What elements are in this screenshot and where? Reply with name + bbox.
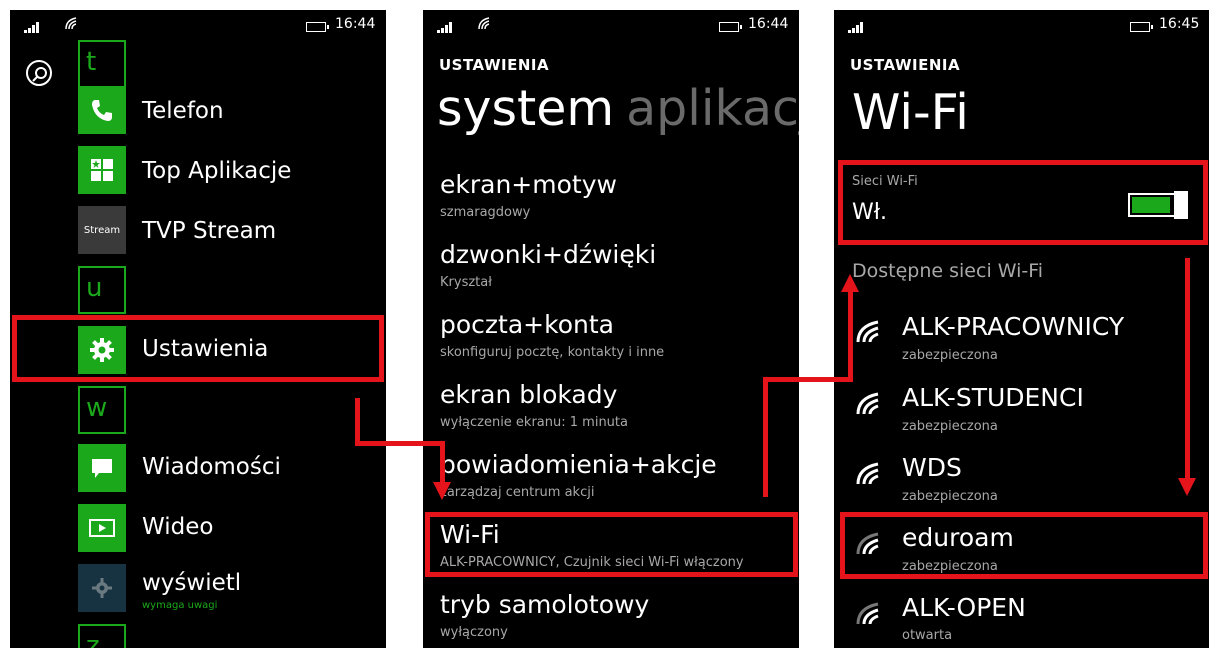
- start-screen: 16:44 t Telefon Top Aplikacje Stream TVP…: [10, 10, 386, 648]
- video-icon[interactable]: [78, 504, 126, 552]
- wifi-signal-icon: [856, 320, 879, 343]
- arrow-head-down: [1178, 478, 1196, 496]
- setting-dzwonki[interactable]: dzwonki+dźwięki: [440, 240, 656, 269]
- wifi-toggle[interactable]: [1128, 191, 1188, 221]
- search-icon[interactable]: [26, 60, 52, 86]
- arrow-connector: [355, 398, 360, 446]
- network-alk-pracownicy-status: zabezpieczona: [902, 348, 998, 363]
- signal-icon: [24, 18, 39, 37]
- pivot-header: system aplikacj: [437, 80, 799, 137]
- pivot-system[interactable]: system: [437, 80, 614, 137]
- letter-t[interactable]: t: [78, 40, 126, 88]
- settings-header: USTAWIENIA: [439, 56, 550, 74]
- letter-u[interactable]: u: [78, 266, 126, 314]
- setting-powiadomienia-sub: zarządzaj centrum akcji: [440, 485, 595, 500]
- setting-poczta[interactable]: poczta+konta: [440, 310, 614, 339]
- network-eduroam[interactable]: eduroam: [902, 523, 1014, 552]
- arrow-connector: [763, 377, 853, 382]
- tvp-stream-icon-text: Stream: [83, 224, 121, 236]
- pivot-aplikacje[interactable]: aplikacj: [626, 80, 799, 137]
- setting-tryb-samolotowy-sub: wyłączony: [440, 625, 508, 640]
- signal-icon: [848, 18, 863, 37]
- app-label-top-aplikacje[interactable]: Top Aplikacje: [142, 158, 291, 184]
- setting-wifi[interactable]: Wi-Fi: [440, 520, 500, 549]
- settings-system-screen: 16:44 USTAWIENIA system aplikacj ekran+mo…: [423, 10, 799, 648]
- setting-powiadomienia[interactable]: powiadomienia+akcje: [440, 450, 717, 479]
- app-label-tvp-stream[interactable]: TVP Stream: [142, 218, 276, 244]
- clock: 16:45: [1159, 16, 1200, 32]
- wifi-signal-icon: [856, 462, 879, 485]
- wifi-status-icon: [65, 17, 77, 30]
- letter-w[interactable]: w: [78, 386, 126, 434]
- wifi-state-label: Wł.: [852, 200, 887, 225]
- store-icon[interactable]: [78, 146, 126, 194]
- arrow-head-down: [433, 482, 451, 500]
- app-label-telefon[interactable]: Telefon: [142, 98, 224, 124]
- wifi-toggle-knob[interactable]: [1174, 191, 1188, 219]
- message-icon[interactable]: [78, 444, 126, 492]
- arrow-head-up: [841, 274, 859, 292]
- arrow-connector: [848, 290, 853, 382]
- setting-ekran-motyw[interactable]: ekran+motyw: [440, 170, 617, 199]
- wifi-networks-label: Sieci Wi-Fi: [852, 174, 918, 189]
- battery-icon: [719, 22, 742, 32]
- battery-icon: [306, 22, 329, 32]
- app-sub-wyswietl: wymaga uwagi: [142, 600, 218, 611]
- setting-poczta-sub: skonfiguruj pocztę, kontakty i inne: [440, 345, 665, 360]
- network-eduroam-status: zabezpieczona: [902, 559, 998, 574]
- setting-tryb-samolotowy[interactable]: tryb samolotowy: [440, 590, 649, 619]
- setting-ekran-motyw-sub: szmaragdowy: [440, 205, 531, 220]
- network-alk-studenci-status: zabezpieczona: [902, 419, 998, 434]
- clock: 16:44: [335, 16, 376, 32]
- network-alk-studenci[interactable]: ALK-STUDENCI: [902, 383, 1084, 412]
- wifi-signal-icon: [856, 392, 879, 415]
- app-label-wideo[interactable]: Wideo: [142, 514, 213, 540]
- wifi-signal-icon: [856, 532, 879, 555]
- wifi-settings-screen: 16:45 USTAWIENIA Wi-Fi Sieci Wi-Fi Wł. D…: [834, 10, 1209, 648]
- phone-icon[interactable]: [78, 86, 126, 134]
- app-label-wyswietl[interactable]: wyświetl: [142, 570, 241, 596]
- wifi-toggle-fill: [1132, 197, 1170, 213]
- app-label-wiadomosci[interactable]: Wiadomości: [142, 454, 281, 480]
- network-wds[interactable]: WDS: [902, 453, 962, 482]
- arrow-connector: [440, 441, 445, 485]
- gear-icon[interactable]: [78, 326, 126, 374]
- arrow-connector: [355, 441, 445, 446]
- settings-header: USTAWIENIA: [850, 56, 961, 74]
- network-alk-pracownicy[interactable]: ALK-PRACOWNICY: [902, 312, 1124, 341]
- battery-icon: [1130, 22, 1153, 32]
- wifi-status-icon: [478, 17, 490, 30]
- arrow-connector: [763, 377, 768, 497]
- setting-ekran-blokady-sub: wyłączenie ekranu: 1 minuta: [440, 415, 628, 430]
- network-alk-open-status: otwarta: [902, 628, 953, 643]
- setting-ekran-blokady[interactable]: ekran blokady: [440, 380, 617, 409]
- available-networks-label: Dostępne sieci Wi-Fi: [852, 260, 1044, 282]
- setting-wifi-sub: ALK-PRACOWNICY, Czujnik sieci Wi-Fi włąc…: [440, 555, 744, 570]
- letter-z[interactable]: z: [78, 624, 126, 648]
- signal-icon: [437, 18, 452, 37]
- arrow-connector: [1185, 258, 1190, 480]
- network-wds-status: zabezpieczona: [902, 489, 998, 504]
- tvp-stream-icon[interactable]: Stream: [78, 206, 126, 254]
- setting-dzwonki-sub: Kryształ: [440, 275, 492, 290]
- clock: 16:44: [748, 16, 789, 32]
- network-alk-open[interactable]: ALK-OPEN: [902, 593, 1026, 622]
- display-gear-icon[interactable]: [78, 564, 126, 612]
- app-label-ustawienia[interactable]: Ustawienia: [142, 336, 268, 362]
- page-title: Wi-Fi: [852, 84, 969, 141]
- wifi-signal-icon: [856, 602, 879, 625]
